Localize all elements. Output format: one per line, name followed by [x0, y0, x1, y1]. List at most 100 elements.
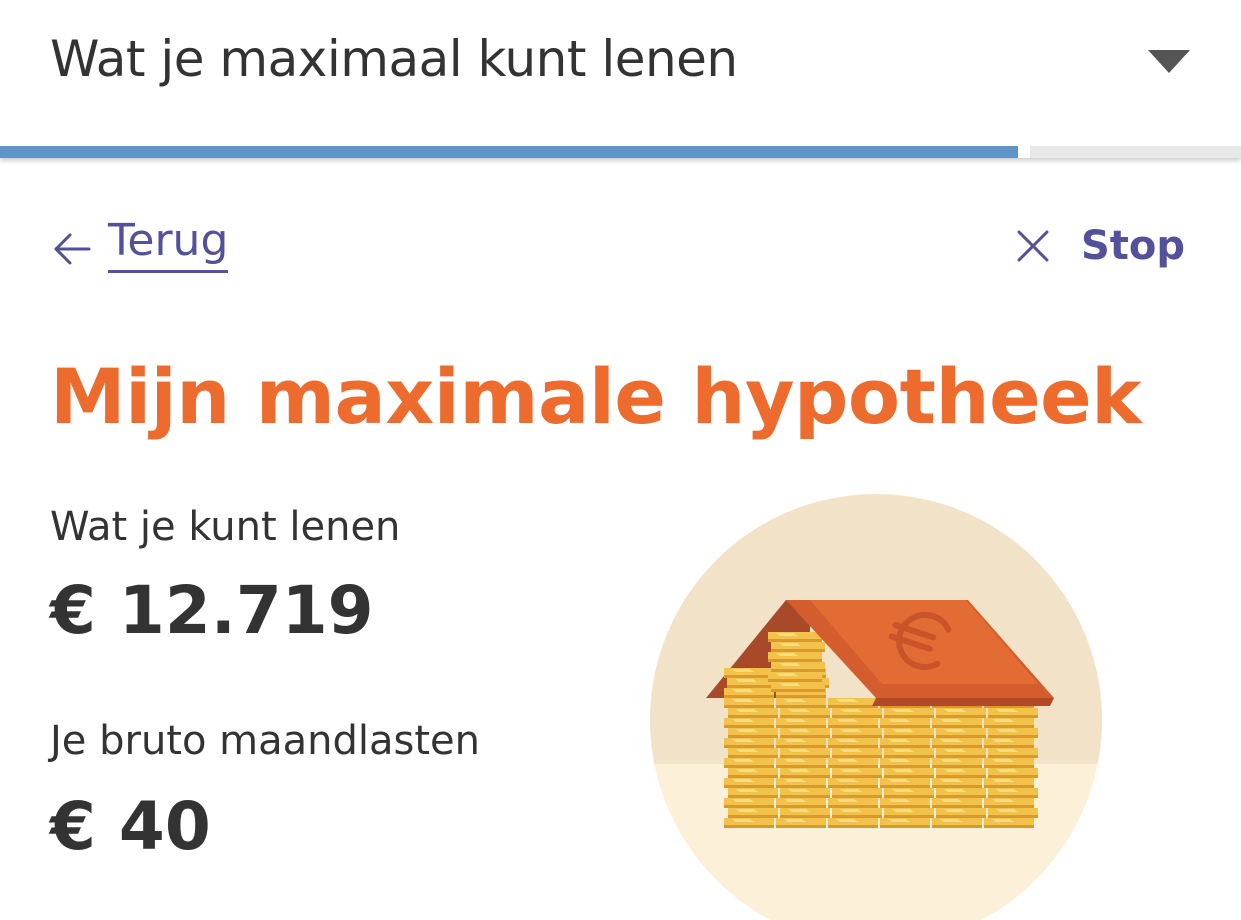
coin-stack-segment [988, 708, 1038, 718]
coin-stack-segment [988, 748, 1038, 758]
coin-stack-segment [932, 718, 982, 728]
stop-button-label: Stop [1080, 223, 1185, 269]
coin-stack-segment [988, 788, 1038, 798]
coin-house-euro-icon [650, 494, 1102, 920]
coin-stack-segment [936, 788, 986, 798]
coin-stack-segment [988, 808, 1038, 818]
page-title: Mijn maximale hypotheek [50, 352, 1142, 441]
coin-stack-segment [884, 748, 934, 758]
coin-stack-segment [828, 718, 878, 728]
coin-stack-segment [884, 708, 934, 718]
coin-stack-segment [771, 682, 825, 692]
caret-down-icon[interactable] [1148, 50, 1190, 73]
coin-stack-segment [832, 728, 882, 738]
coin-stack-segment [984, 798, 1034, 808]
section-header[interactable]: Wat je maximaal kunt lenen [0, 0, 1241, 146]
coin-stack-segment [780, 708, 830, 718]
coin-stack-segment [780, 808, 830, 818]
coin-stack-segment [828, 738, 878, 748]
coin-stack-segment [724, 738, 774, 748]
coin-stack-segment [728, 808, 778, 818]
coin-stack-segment [832, 808, 882, 818]
coin-stack-segment [884, 808, 934, 818]
coin-stack-segment [780, 768, 830, 778]
coin-stack-segment [776, 758, 826, 768]
stop-button[interactable]: Stop [1017, 223, 1185, 269]
coin-stack-segment [768, 632, 822, 642]
coin-stack-segment [880, 718, 930, 728]
coin-stack-segment [988, 728, 1038, 738]
arrow-left-icon [54, 233, 91, 265]
coin-stack-segment [932, 778, 982, 788]
coin-stack-segment [984, 758, 1034, 768]
coin-stack-segment [884, 728, 934, 738]
coin-stack-segment [776, 738, 826, 748]
coin-stack-segment [768, 652, 822, 662]
coin-stack-segment [880, 798, 930, 808]
coin-stack-segment [776, 778, 826, 788]
progress-bar-fill [0, 146, 1018, 158]
loan-amount-label: Wat je kunt lenen [50, 504, 401, 550]
coin-stack-segment [828, 798, 878, 808]
coin-stack-segment [832, 768, 882, 778]
coin-stack-segment [780, 788, 830, 798]
coin-stack-segment [832, 708, 882, 718]
coin-stack-segment [984, 718, 1034, 728]
coin-stack-segment [828, 778, 878, 788]
coin-stack-segment [771, 642, 825, 652]
coin-stack-segment [936, 768, 986, 778]
coin-stack-segment [771, 662, 825, 672]
coin-stack-segment [984, 818, 1034, 828]
coin-stack-segment [828, 818, 878, 828]
coin-stack-segment [724, 778, 774, 788]
coin-stack-segment [728, 728, 778, 738]
coin-stack-segment [728, 768, 778, 778]
coin-stack-segment [724, 758, 774, 768]
monthly-cost-label: Je bruto maandlasten [50, 718, 481, 764]
coin-stack-segment [880, 758, 930, 768]
coin-stack-segment [776, 798, 826, 808]
progress-bar-divider [1018, 146, 1030, 158]
coin-stack-segment [988, 768, 1038, 778]
coin-stack-segment [724, 698, 774, 708]
coin-stack-segment [724, 718, 774, 728]
coin-stack-segment [880, 738, 930, 748]
coin-stack-segment [776, 818, 826, 828]
coin-stack-segment [776, 698, 826, 708]
close-icon [1017, 230, 1049, 262]
coin-stack-segment [728, 748, 778, 758]
step-navigation: Terug Stop [0, 205, 1241, 285]
coin-stack-segment [828, 698, 878, 708]
coin-stack-segment [984, 778, 1034, 788]
coin-stack-segment [984, 738, 1034, 748]
monthly-cost-value: € 40 [50, 788, 211, 865]
coin-stack-segment [832, 788, 882, 798]
coin-stack-segment [776, 718, 826, 728]
coin-stack-segment [932, 798, 982, 808]
coin-stack-segment [728, 708, 778, 718]
section-title: Wat je maximaal kunt lenen [50, 30, 738, 88]
coin-stack-segment [880, 778, 930, 788]
coin-stack-segment [724, 818, 774, 828]
coin-stack-segment [884, 788, 934, 798]
coin-stack-segment [780, 728, 830, 738]
coin-stack-segment [724, 798, 774, 808]
back-link-label: Terug [108, 215, 229, 273]
coin-stack-segment [884, 768, 934, 778]
coin-stack-segment [932, 758, 982, 768]
coin-stack-segment [768, 672, 822, 682]
coin-stack-segment [780, 748, 830, 758]
coin-stack-segment [880, 818, 930, 828]
coin-stack-segment [936, 728, 986, 738]
progress-bar [0, 146, 1241, 158]
coin-stack-segment [932, 818, 982, 828]
coin-stack-segment [936, 708, 986, 718]
coin-stack-segment [832, 748, 882, 758]
coin-stack-segment [724, 668, 774, 678]
coin-stack-segment [728, 788, 778, 798]
coin-stack-segment [936, 808, 986, 818]
coin-stack-segment [932, 738, 982, 748]
back-link[interactable]: Terug [52, 215, 229, 279]
coin-stack-segment [724, 688, 774, 698]
mortgage-result-screen: Wat je maximaal kunt lenen Terug Stop Mi… [0, 0, 1241, 920]
